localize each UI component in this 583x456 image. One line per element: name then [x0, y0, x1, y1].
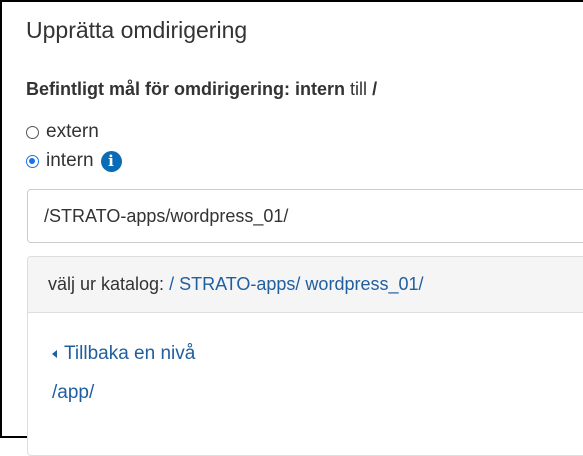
radio-extern-button[interactable]: [26, 125, 39, 139]
directory-breadcrumb[interactable]: / STRATO-apps/ wordpress_01/: [169, 274, 423, 295]
redirect-path-input[interactable]: [27, 189, 583, 243]
directory-picker-header: välj ur katalog: / STRATO-apps/ wordpres…: [28, 257, 583, 313]
current-target-type: intern: [295, 79, 346, 99]
dialog-title: Upprätta omdirigering: [26, 17, 248, 43]
back-one-level-link[interactable]: Tillbaka en nivå: [52, 343, 195, 365]
current-target-path: /: [372, 79, 378, 99]
current-target-label: Befintligt mål för omdirigering:: [26, 79, 290, 99]
current-target-connector: till: [350, 79, 368, 99]
radio-extern-label[interactable]: extern: [46, 121, 99, 143]
back-one-level-label[interactable]: Tillbaka en nivå: [64, 343, 195, 365]
current-redirect-target: Befintligt mål för omdirigering: intern …: [26, 79, 377, 100]
info-icon[interactable]: i: [100, 150, 122, 172]
caret-left-icon: [52, 350, 57, 358]
directory-picker: välj ur katalog: / STRATO-apps/ wordpres…: [27, 256, 583, 456]
directory-picker-label: välj ur katalog:: [48, 274, 165, 294]
radio-intern-button[interactable]: [26, 154, 39, 168]
radio-intern-label[interactable]: intern: [46, 150, 94, 172]
redirect-dialog: Upprätta omdirigering Befintligt mål för…: [0, 0, 583, 456]
radio-intern[interactable]: intern i: [26, 150, 122, 172]
radio-extern[interactable]: extern: [26, 121, 99, 143]
directory-entry-app[interactable]: /app/: [52, 382, 94, 404]
